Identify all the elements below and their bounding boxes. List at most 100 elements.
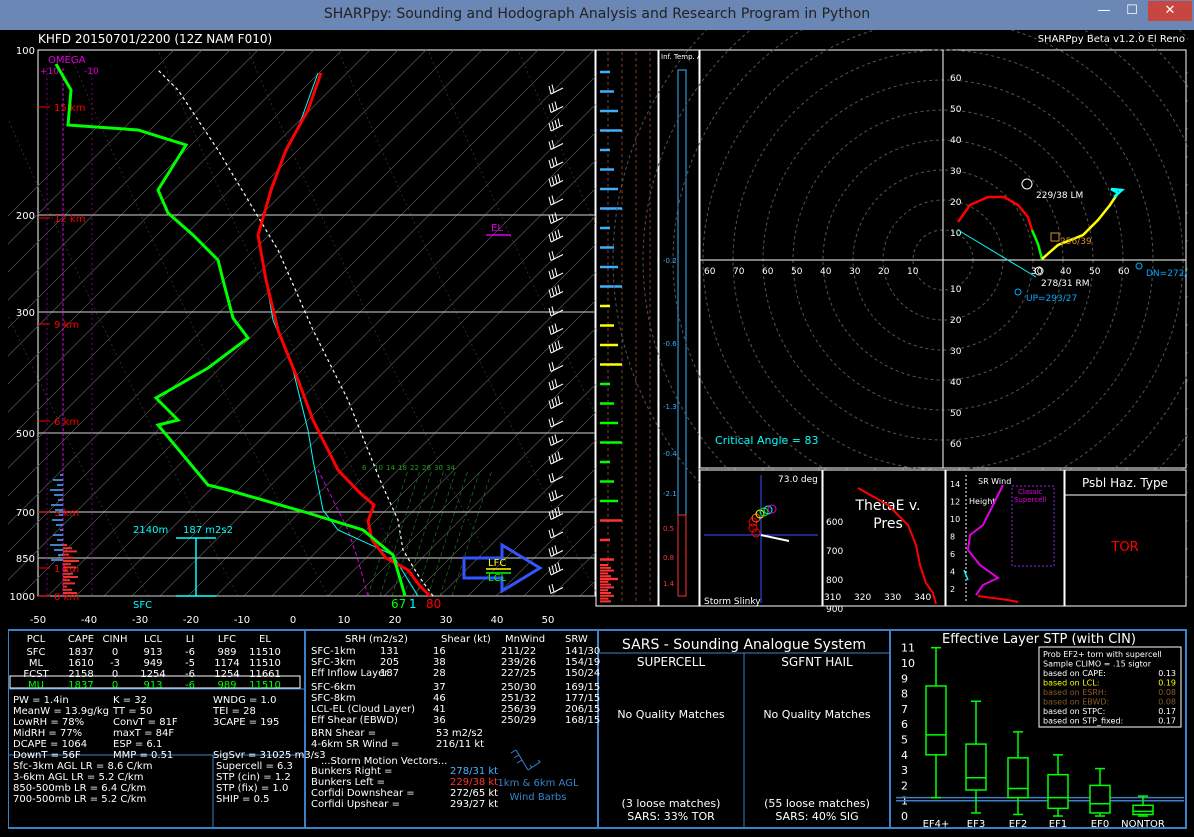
stp-y-tick: 11: [901, 642, 915, 655]
pressure-tick: 100: [16, 46, 35, 57]
parcel-cell[interactable]: -3: [110, 658, 120, 669]
parcel-cell[interactable]: 1837: [68, 680, 93, 691]
kinematics-cell: SFC-3km: [311, 657, 356, 668]
minimize-button[interactable]: —: [1090, 1, 1118, 21]
sounding-display[interactable]: KHFD 20150701/2200 (12Z NAM F010) SHARPp…: [0, 0, 1194, 830]
parcel-cell[interactable]: 0: [112, 647, 118, 658]
sr-wind-panel[interactable]: SR Wind Height Classic Supercell 14 12 10 8…: [945, 469, 1065, 607]
index-value: TT = 50: [112, 706, 153, 717]
stp-y-tick: 10: [901, 657, 915, 670]
kinematics-cell: SFC-8km: [311, 693, 356, 704]
stp-legend-label: based on CAPE:: [1043, 669, 1106, 678]
composite-index: Supercell = 6.3: [216, 761, 293, 772]
parcel-cell[interactable]: -6: [185, 669, 195, 680]
parcel-cell[interactable]: 913: [143, 647, 162, 658]
hodo-x-tick: 50: [791, 267, 803, 277]
hodo-x-tick: 30: [849, 267, 861, 277]
kinematics-cell: Eff Inflow Layer: [311, 668, 389, 679]
parcel-cell[interactable]: 1254: [140, 669, 165, 680]
parcel-cell[interactable]: 1837: [68, 647, 93, 658]
composite-index: STP (cin) = 1.2: [216, 772, 291, 783]
index-value: 3CAPE = 195: [213, 717, 279, 728]
mixing-ratio-label: 26: [422, 464, 431, 472]
kin-header-shear: Shear (kt): [441, 634, 491, 645]
stp-y-tick: 2: [901, 779, 908, 792]
bunkers-left-value: 229/38 kt: [450, 777, 498, 788]
window-title: SHARPpy: Sounding and Hodograph Analysis…: [323, 6, 871, 22]
mixing-ratio-label: 14: [386, 464, 395, 472]
index-value: ConvT = 81F: [113, 717, 178, 728]
parcel-cell[interactable]: -5: [185, 658, 195, 669]
mixing-ratio-label: 34: [446, 464, 455, 472]
stp-legend-label: Prob EF2+ torn with supercell: [1043, 650, 1162, 659]
parcel-cell[interactable]: ML: [29, 658, 44, 669]
temp-advection-value: 0.5: [663, 525, 674, 533]
parcel-cell[interactable]: 0: [112, 669, 118, 680]
stp-y-tick: 3: [901, 764, 908, 777]
sr-wind-height-label: Height: [969, 497, 995, 506]
temp-advection-value: -2.1: [663, 490, 677, 498]
hodo-y-tick: 30: [950, 167, 962, 177]
sr-wind-4-6-value: 216/11 kt: [436, 739, 484, 750]
stp-legend-value: 0.08: [1158, 688, 1176, 697]
sfc-dewpoint: 67: [391, 597, 406, 611]
close-button[interactable]: ✕: [1148, 1, 1192, 21]
parcel-cell[interactable]: MU: [28, 680, 44, 691]
sr-wind-y-tick: 4: [950, 568, 955, 577]
stp-legend-value: 0.08: [1158, 698, 1176, 707]
sars-supercell-pct: SARS: 33% TOR: [627, 810, 715, 823]
kinematics-cell: 28: [433, 668, 446, 679]
kinematics-cell: SFC-6km: [311, 682, 356, 693]
sfc-label: SFC: [133, 600, 152, 611]
kin-header-srh: SRH (m2/s2): [345, 634, 408, 645]
sfc-virtual-temp: 1: [409, 597, 417, 611]
thetae-xtick-330: 330: [884, 593, 901, 603]
stp-legend-value: 0.17: [1158, 707, 1176, 716]
parcel-header: CAPE: [68, 634, 94, 645]
temp-tick: 40: [491, 615, 504, 626]
parcel-cell[interactable]: 11510: [249, 658, 281, 669]
hodo-y-tick: 60: [950, 440, 962, 450]
inflow-depth: 2140m: [133, 525, 168, 536]
stp-legend-label: based on LCL:: [1043, 679, 1099, 688]
pressure-tick: 1000: [10, 592, 35, 603]
barbs-label-2: Wind Barbs: [510, 792, 567, 803]
index-value: MeanW = 13.9g/kg: [13, 706, 109, 717]
hodo-y-tick: 60: [950, 74, 962, 84]
sr-wind-frame: [945, 469, 1065, 607]
thetae-ytick-600: 600: [826, 518, 843, 528]
window-titlebar[interactable]: SHARPpy: Sounding and Hodograph Analysis…: [0, 0, 1194, 30]
parcel-header: PCL: [27, 634, 46, 645]
parcel-cell[interactable]: 989: [217, 680, 236, 691]
parcel-cell[interactable]: -6: [185, 680, 195, 691]
parcel-cell[interactable]: 11510: [249, 680, 281, 691]
parcel-cell[interactable]: 11661: [249, 669, 281, 680]
storm-slinky-panel[interactable]: 73.0 deg Storm Slinky: [699, 469, 823, 607]
thetae-panel[interactable]: ThetaE v. Pres 600 700 800 900 310 320 3…: [822, 469, 946, 615]
parcel-cell[interactable]: 1174: [214, 658, 239, 669]
corfidi-up-value: 293/27 kt: [450, 799, 498, 810]
parcel-cell[interactable]: FCST: [23, 669, 49, 680]
temp-advection-value: 0.8: [663, 554, 674, 562]
maximize-button[interactable]: ☐: [1118, 1, 1146, 21]
parcel-cell[interactable]: -6: [185, 647, 195, 658]
parcel-cell[interactable]: 949: [143, 658, 162, 669]
parcel-cell[interactable]: 1254: [214, 669, 239, 680]
parcel-cell[interactable]: 0: [112, 680, 118, 691]
parcel-cell[interactable]: SFC: [26, 647, 45, 658]
parcel-cell[interactable]: 989: [217, 647, 236, 658]
kinematics-cell: 141/30: [565, 646, 600, 657]
kinematics-cell: 36: [433, 715, 446, 726]
omega-label: OMEGA: [48, 55, 86, 66]
kin-header-srw: SRW: [565, 634, 588, 645]
hazard-frame: [1064, 469, 1187, 607]
hodo-y-tick: 10: [950, 229, 962, 239]
parcel-cell[interactable]: 913: [143, 680, 162, 691]
kinematics-cell: 211/22: [501, 646, 536, 657]
hazard-type-panel[interactable]: Psbl Haz. Type TOR: [1064, 469, 1187, 607]
height-label: 9 km: [54, 320, 79, 331]
parcel-cell[interactable]: 1610: [68, 658, 93, 669]
parcel-cell[interactable]: 11510: [249, 647, 281, 658]
parcel-cell[interactable]: 2158: [68, 669, 93, 680]
pressure-tick: 300: [16, 308, 35, 319]
